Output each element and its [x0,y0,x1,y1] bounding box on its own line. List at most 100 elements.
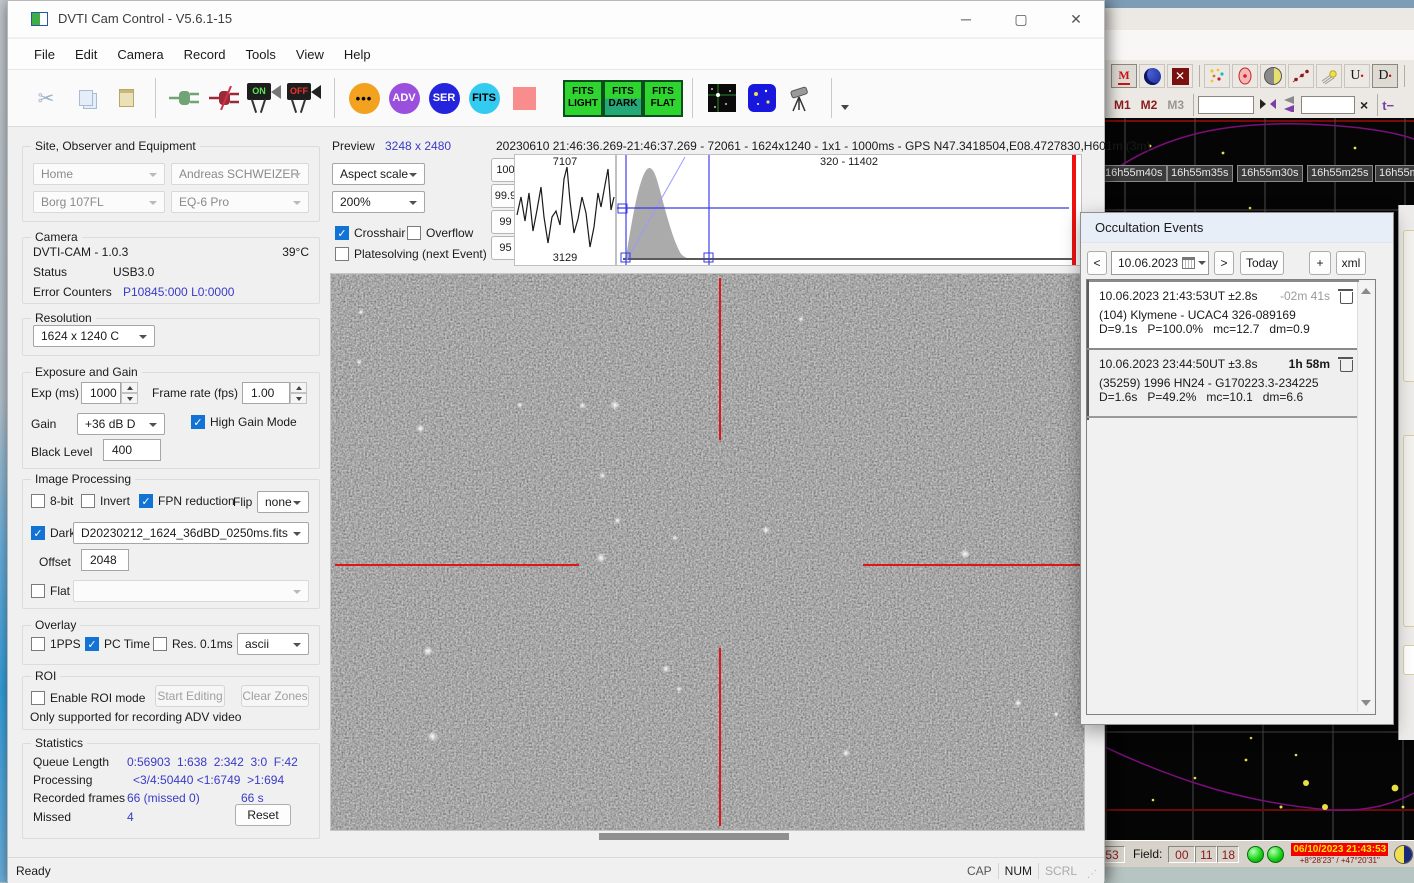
globe-icon-button[interactable] [1139,64,1165,88]
record-ser-button[interactable]: SER [424,76,464,120]
reset-button[interactable]: Reset [235,804,291,826]
res01ms-checkbox[interactable]: Res. 0.1ms [153,637,233,651]
disconnect-button[interactable] [205,76,245,120]
mirror-vertical-icon[interactable] [1282,96,1296,115]
stop-button[interactable] [504,76,544,120]
invert-checkbox[interactable]: Invert [81,494,130,508]
fits-flat-button[interactable]: FITSFLAT [643,76,683,120]
flip-horizontal-icon[interactable] [1260,97,1276,114]
event-item[interactable]: 10.06.2023 23:44:50UT ±3.8s 1h 58m (3525… [1089,350,1359,416]
resize-grip[interactable]: ⋰ [1087,869,1098,880]
close-button[interactable]: ✕ [1053,1,1099,37]
resolution-select[interactable]: 1624 x 1240 C [33,325,155,347]
black-level-input[interactable]: 400 [103,439,161,461]
fpn-checkbox[interactable]: FPN reduction [139,494,235,508]
crosshair-field-button[interactable] [702,76,742,120]
clear-zones-button[interactable]: Clear Zones [241,685,309,707]
aspect-scale-select[interactable]: Aspect scale [332,163,425,185]
chart-x-button[interactable]: ✕ [1167,64,1193,88]
dark-file-select[interactable]: D20230212_1624_36dBD_0250ms.fits [73,522,309,544]
search-input[interactable] [1198,96,1254,114]
cut-button[interactable]: ✂ [26,76,66,120]
prev-day-button[interactable]: < [1087,251,1107,275]
camera-on-button[interactable]: ON [245,76,285,120]
camera-off-button[interactable]: OFF [285,76,325,120]
magnify-m-button[interactable]: M [1111,64,1137,88]
events-scrollbar[interactable] [1357,282,1373,712]
camera-preview-image[interactable] [330,273,1085,831]
time-minus-button[interactable]: t− [1382,98,1394,113]
asteroid-track-button[interactable] [1288,64,1314,88]
m3-tab[interactable]: M3 [1167,98,1184,112]
telescope-button[interactable] [782,76,822,120]
moon-phase-button[interactable] [1260,64,1286,88]
occultation-title-bar[interactable]: Occultation Events [1081,213,1393,243]
menu-record[interactable]: Record [174,43,236,66]
clear-button[interactable]: × [1360,97,1368,113]
record-adv-button[interactable]: ADV [384,76,424,120]
platesolving-checkbox[interactable]: Platesolving (next Event) [335,247,487,261]
goto-input[interactable] [1301,96,1355,114]
mount-select[interactable]: EQ-6 Pro [171,191,309,213]
zoom-select[interactable]: 200% [332,191,425,213]
toolbar-overflow-button[interactable] [841,105,849,110]
galaxy-button[interactable] [1232,64,1258,88]
scroll-up-icon[interactable] [1361,288,1371,294]
exp-input[interactable]: 1000 [81,382,121,404]
histogram[interactable]: 320 - 11402 [616,154,1082,266]
flip-select[interactable]: none [257,491,309,513]
pc-time-checkbox[interactable]: PC Time [85,637,150,651]
record-fits-button[interactable]: FITS [464,76,504,120]
title-bar[interactable]: DVTI Cam Control - V5.6.1-15 ─ ▢ ✕ [8,1,1104,37]
star-cluster-button[interactable] [1204,64,1230,88]
fps-input[interactable]: 1.00 [242,382,290,404]
crosshair-checkbox[interactable]: Crosshair [335,226,405,240]
telescope-select[interactable]: Borg 107FL [33,191,165,213]
exp-stepper[interactable] [121,382,138,404]
menu-file[interactable]: File [24,43,65,66]
1pps-checkbox[interactable]: 1PPS [31,637,81,651]
paste-button[interactable] [106,76,146,120]
comet-button[interactable] [1316,64,1342,88]
fps-stepper[interactable] [290,382,307,404]
m2-tab[interactable]: M2 [1141,98,1158,112]
menu-tools[interactable]: Tools [236,43,286,66]
flat-file-select[interactable] [73,580,309,602]
menu-camera[interactable]: Camera [107,43,173,66]
maximize-button[interactable]: ▢ [998,1,1044,37]
image-hscrollbar[interactable] [599,833,789,840]
start-editing-button[interactable]: Start Editing [155,685,225,707]
event-item[interactable]: 10.06.2023 21:43:53UT ±2.8s -02m 41s (10… [1089,282,1359,348]
xml-button[interactable]: xml [1336,251,1366,275]
connect-button[interactable] [165,76,205,120]
next-day-button[interactable]: > [1214,251,1234,275]
delete-event-icon[interactable] [1338,288,1353,303]
menu-help[interactable]: Help [334,43,381,66]
scroll-down-icon[interactable] [1361,700,1371,706]
overlay-mode-select[interactable]: ascii [237,633,309,655]
star-field-button[interactable] [742,76,782,120]
menu-view[interactable]: View [286,43,334,66]
fits-dark-button[interactable]: FITSDARK [603,76,643,120]
date-picker[interactable]: 10.06.2023 [1111,251,1209,275]
offset-input[interactable]: 2048 [81,549,129,571]
ucac-catalog-button[interactable]: U• [1344,64,1370,88]
menu-edit[interactable]: Edit [65,43,107,66]
roi-enable-checkbox[interactable]: Enable ROI mode [31,691,145,705]
d-catalog-button[interactable]: D• [1372,64,1398,88]
s-button[interactable]: S [1409,64,1414,88]
today-button[interactable]: Today [1240,251,1284,275]
gain-select[interactable]: +36 dB D [77,413,165,435]
overflow-checkbox[interactable]: Overflow [407,226,473,240]
minimize-button[interactable]: ─ [943,1,989,37]
fits-light-button[interactable]: FITSLIGHT [563,76,603,120]
flat-checkbox[interactable]: Flat [31,584,70,598]
dark-checkbox[interactable]: Dark [31,526,75,540]
delete-event-icon[interactable] [1338,356,1353,371]
observer-select[interactable]: Andreas SCHWEIZER [171,163,309,185]
high-gain-checkbox[interactable]: High Gain Mode [191,415,297,429]
add-event-button[interactable]: + [1309,251,1331,275]
location-select[interactable]: Home [33,163,165,185]
8bit-checkbox[interactable]: 8-bit [31,494,73,508]
m1-tab[interactable]: M1 [1114,98,1131,112]
